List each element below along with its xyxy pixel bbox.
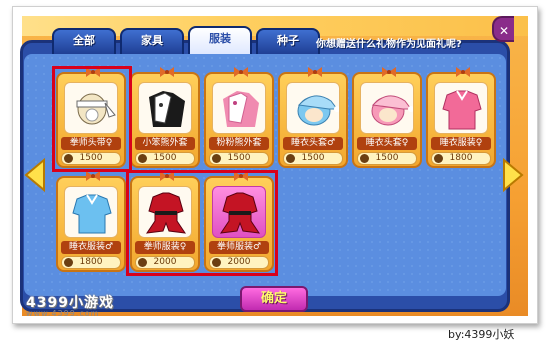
coin-icon [138, 154, 147, 163]
bow-icon [86, 67, 100, 77]
next-page-button[interactable] [500, 157, 524, 193]
boxer-outfit-male-icon [212, 186, 266, 238]
bow-icon [234, 67, 248, 77]
coin-icon [212, 154, 221, 163]
item-price: 1500 [61, 152, 121, 165]
pink-bear-coat-icon [212, 82, 266, 134]
sleep-cap-pink-icon [360, 82, 414, 134]
item-name: 睡衣服装♀ [431, 137, 491, 150]
tab-seeds[interactable]: 种子 [256, 28, 320, 54]
author-credit: by:4399小妖 [448, 328, 515, 341]
item-name: 睡衣头套♂ [283, 137, 343, 150]
item-price: 1500 [283, 152, 343, 165]
pajamas-pink-icon [434, 82, 488, 134]
bow-icon [308, 67, 322, 77]
coin-icon [212, 258, 221, 267]
site-watermark: 4399小游戏 www.4399.com [26, 292, 146, 322]
item-card[interactable]: 小笨熊外套 1500 [130, 67, 200, 168]
bow-icon [382, 67, 396, 77]
item-card[interactable]: 拳师头带♀ 1500 [56, 67, 126, 168]
item-price: 1500 [135, 152, 195, 165]
pajamas-blue-icon [64, 186, 118, 238]
coin-icon [360, 154, 369, 163]
prev-page-button[interactable] [24, 157, 48, 193]
item-card[interactable]: 睡衣头套♂ 1500 [278, 67, 348, 168]
coin-icon [64, 258, 73, 267]
item-card[interactable]: 睡衣头套♀ 1500 [352, 67, 422, 168]
arrow-left-icon [24, 157, 45, 193]
item-price: 2000 [209, 256, 269, 269]
coin-icon [434, 154, 443, 163]
item-price: 1500 [209, 152, 269, 165]
item-name: 粉粉熊外套 [209, 137, 269, 150]
item-name: 睡衣服装♂ [61, 241, 121, 254]
item-name: 拳师服装♀ [135, 241, 195, 254]
item-card[interactable]: 睡衣服装♀ 1800 [426, 67, 496, 168]
bow-icon [160, 67, 174, 77]
item-price: 1800 [431, 152, 491, 165]
item-price: 1500 [357, 152, 417, 165]
watermark-url: www.4399.com [26, 309, 100, 318]
sleep-cap-blue-icon [286, 82, 340, 134]
bow-icon [86, 171, 100, 181]
item-card[interactable]: 粉粉熊外套 1500 [204, 67, 274, 168]
gift-question: 你想赠送什么礼物作为见面礼呢? [316, 39, 462, 50]
coin-icon [138, 258, 147, 267]
bow-icon [234, 171, 248, 181]
item-card[interactable]: 睡衣服装♂ 1800 [56, 171, 126, 272]
boxer-outfit-female-icon [138, 186, 192, 238]
item-name: 拳师服装♂ [209, 241, 269, 254]
coin-icon [64, 154, 73, 163]
bow-icon [456, 67, 470, 77]
bear-coat-icon [138, 82, 192, 134]
item-name: 小笨熊外套 [135, 137, 195, 150]
arrow-right-icon [503, 157, 524, 193]
item-name: 睡衣头套♀ [357, 137, 417, 150]
bow-icon [160, 171, 174, 181]
tab-all[interactable]: 全部 [52, 28, 116, 54]
confirm-button[interactable]: 确定 [240, 286, 308, 312]
tab-furniture[interactable]: 家具 [120, 28, 184, 54]
coin-icon [286, 154, 295, 163]
headband-icon [64, 82, 118, 134]
tab-clothing[interactable]: 服装 [188, 26, 252, 54]
item-price: 1800 [61, 256, 121, 269]
item-card[interactable]: 拳师服装♂ 2000 [204, 171, 274, 272]
item-price: 2000 [135, 256, 195, 269]
item-card[interactable]: 拳师服装♀ 2000 [130, 171, 200, 272]
item-name: 拳师头带♀ [61, 137, 121, 150]
